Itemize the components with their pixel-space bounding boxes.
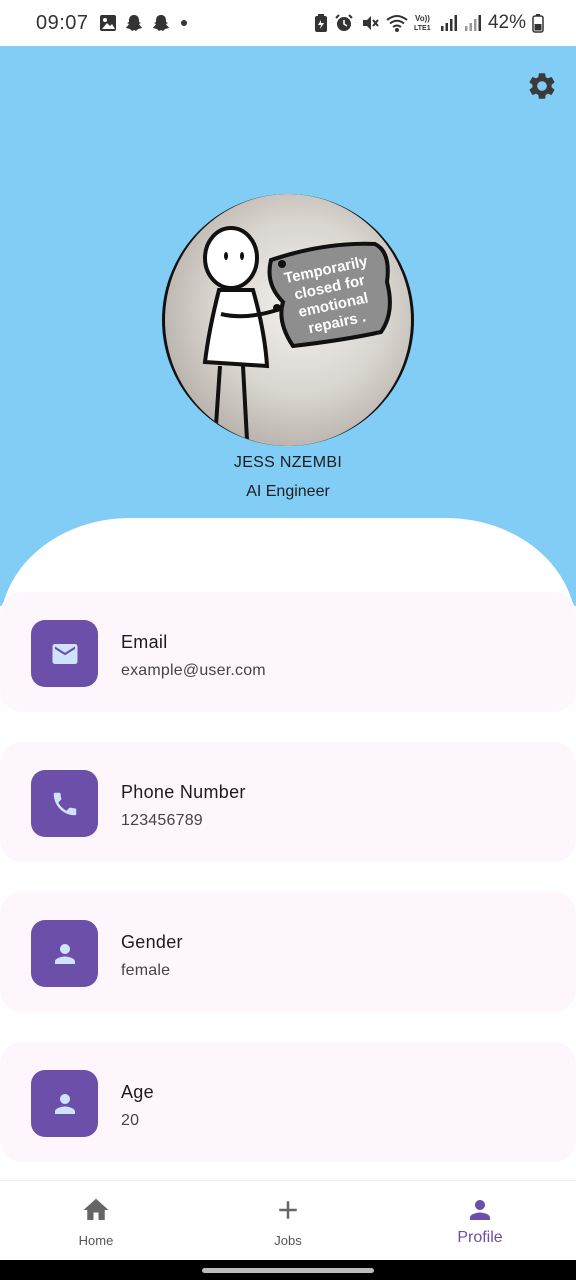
battery-icon	[532, 14, 544, 33]
snapchat-icon	[125, 15, 142, 31]
card-label: Gender	[121, 932, 183, 952]
signal-icon	[464, 15, 481, 31]
battery-percentage: 42%	[487, 12, 526, 33]
card-label: Email	[121, 632, 168, 652]
profile-name: JESS NZEMBI	[233, 454, 343, 471]
svg-text:LTE1: LTE1	[414, 25, 431, 32]
status-time: 09:07	[36, 11, 89, 34]
status-right-icons: Vo)) LTE1 42%	[314, 12, 544, 34]
battery-saver-icon	[314, 14, 327, 32]
profile-job-title: AI Engineer	[246, 483, 330, 500]
home-icon	[83, 1198, 109, 1220]
person-icon	[54, 943, 75, 964]
bottom-navigation: Home Jobs Profile	[0, 1180, 576, 1260]
plus-icon	[279, 1201, 297, 1219]
nav-label: Profile	[457, 1229, 503, 1246]
signal-icon	[440, 15, 457, 31]
card-value: 20	[121, 1112, 140, 1129]
mute-icon	[362, 16, 379, 30]
nav-item-profile[interactable]: Profile	[384, 1181, 576, 1261]
gender-card[interactable]: Gender female	[0, 892, 576, 1012]
wifi-icon	[386, 15, 408, 32]
email-card[interactable]: Email example@user.com	[0, 592, 576, 712]
svg-text:Vo)): Vo))	[415, 14, 430, 23]
notification-dot-icon	[180, 20, 187, 26]
card-value: female	[121, 962, 171, 979]
settings-button[interactable]	[526, 70, 558, 102]
phone-card[interactable]: Phone Number 123456789	[0, 742, 576, 862]
avatar-illustration: Temporarily closed for emotional repairs…	[202, 226, 392, 441]
profile-details-sheet: Email example@user.com Phone Number 1234…	[0, 518, 576, 1258]
age-card[interactable]: Age 20	[0, 1042, 576, 1162]
person-icon	[470, 1200, 490, 1220]
alarm-icon	[335, 14, 353, 31]
email-icon-box	[31, 620, 98, 687]
gesture-handle[interactable]	[202, 1268, 374, 1273]
volte-icon: Vo)) LTE1	[414, 14, 431, 32]
nav-item-jobs[interactable]: Jobs	[192, 1181, 384, 1261]
phone-icon	[53, 792, 76, 815]
status-left-icons	[99, 13, 190, 33]
card-value: 123456789	[121, 812, 203, 829]
nav-item-home[interactable]: Home	[0, 1181, 192, 1261]
person-icon	[54, 1093, 75, 1114]
gear-icon	[529, 73, 555, 99]
nav-label: Home	[78, 1233, 114, 1248]
card-label: Phone Number	[121, 782, 246, 802]
card-label: Age	[121, 1082, 154, 1102]
gender-icon-box	[31, 920, 98, 987]
system-gesture-bar	[0, 1260, 576, 1280]
nav-label: Jobs	[274, 1233, 302, 1248]
snapchat-icon	[152, 15, 169, 31]
gallery-icon	[99, 15, 116, 31]
profile-avatar[interactable]: Temporarily closed for emotional repairs…	[162, 194, 414, 446]
age-icon-box	[31, 1070, 98, 1137]
card-value: example@user.com	[121, 662, 266, 679]
status-bar: 09:07 Vo)) LTE1 42%	[0, 0, 576, 46]
phone-icon-box	[31, 770, 98, 837]
mail-icon	[52, 643, 77, 664]
